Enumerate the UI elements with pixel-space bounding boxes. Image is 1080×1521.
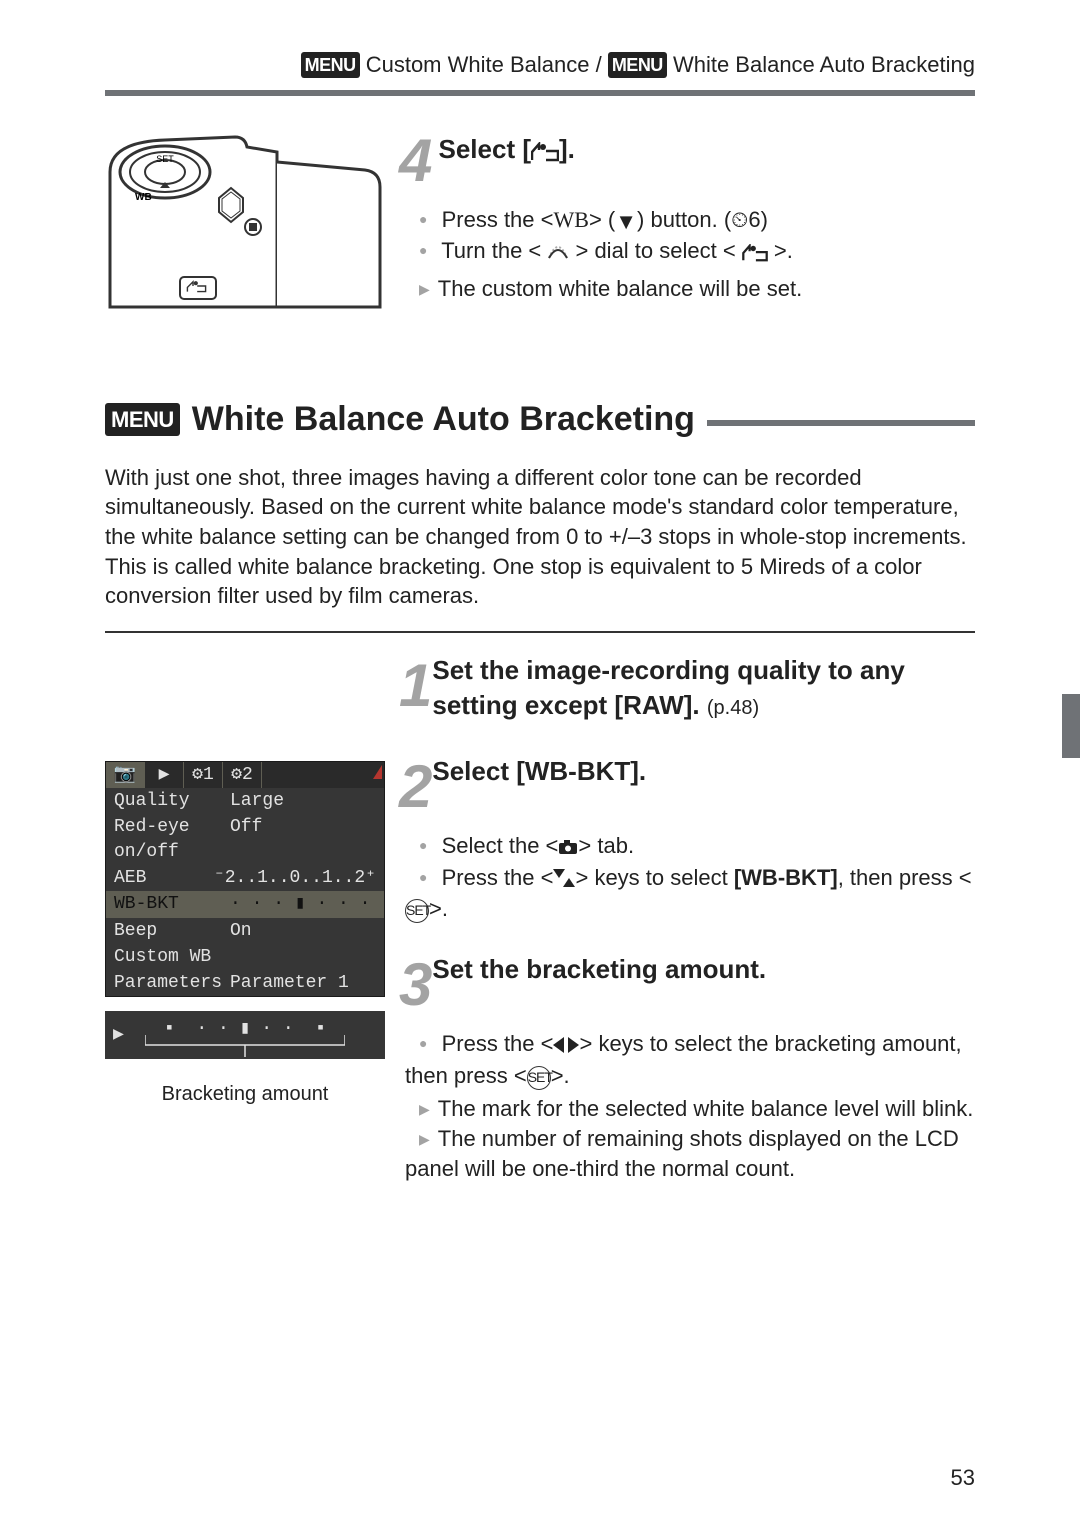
camera-menu-screenshot: 📷 ▶ ⚙1 ⚙2 QualityLarge Red-eye on/offOff…	[105, 761, 385, 997]
side-tab-accent	[1062, 694, 1080, 758]
t: )	[761, 207, 768, 232]
t: > tab.	[578, 833, 634, 858]
step3-bullet-1: Press the <> keys to select the bracketi…	[405, 1029, 975, 1090]
camera-tab-icon	[558, 833, 578, 863]
step4-bullet-2: Turn the < > dial to select < >.	[405, 236, 802, 270]
menu-tab-setup1: ⚙1	[184, 762, 223, 788]
t: , then press <	[838, 865, 972, 890]
v: Large	[230, 789, 284, 813]
t: >.	[429, 896, 448, 921]
t: Turn the <	[441, 238, 547, 263]
step4-title-a: Select [	[439, 134, 532, 164]
bracketing-strip-screenshot: ▶ ▪ · · ▮ · · ▪	[105, 1011, 385, 1059]
play-cursor-icon: ▶	[113, 1023, 124, 1047]
menu-row-selected: WB-BKT· · · ▮ · · ·	[106, 891, 384, 917]
menu-row: AEB⁻2..1..0..1..2⁺	[106, 865, 384, 891]
k: WB-BKT	[114, 892, 230, 916]
k: AEB	[114, 866, 214, 890]
t: Press the <	[442, 865, 554, 890]
menu-row: Red-eye on/offOff	[106, 814, 384, 865]
step2-title: Select [WB-BKT].	[432, 754, 646, 789]
wb-bkt-label: [WB-BKT]	[734, 865, 838, 890]
menu-badge-icon: MENU	[105, 403, 180, 437]
menu-row: ParametersParameter 1	[106, 970, 384, 996]
step-number-1: 1	[399, 645, 432, 726]
t: ) button. (	[637, 207, 731, 232]
t: Press the <	[442, 1031, 554, 1056]
t: >.	[768, 238, 793, 263]
step1-ref: (p.48)	[707, 697, 759, 719]
step-number-3: 3	[399, 944, 432, 1025]
step3-title: Set the bracketing amount.	[432, 952, 766, 987]
main-dial-icon	[547, 238, 569, 268]
page-number: 53	[951, 1463, 975, 1493]
section-rule	[707, 420, 975, 426]
camera-top-illustration: SET WB	[105, 132, 385, 312]
t: > (	[589, 207, 615, 232]
bracket-caption: Bracketing amount	[105, 1081, 385, 1108]
t: >.	[551, 1063, 570, 1088]
custom-wb-icon	[742, 240, 768, 270]
section-title: White Balance Auto Bracketing	[192, 397, 695, 443]
svg-text:SET: SET	[156, 154, 174, 164]
k: Custom WB	[114, 945, 230, 969]
down-triangle-icon: ▼	[615, 207, 637, 237]
v: Off	[230, 815, 262, 864]
header-right: White Balance Auto Bracketing	[673, 52, 975, 77]
k: Quality	[114, 789, 230, 813]
section-intro: With just one shot, three images having …	[105, 463, 975, 611]
header-left: Custom White Balance	[366, 52, 590, 77]
t: Select the <	[442, 833, 559, 858]
v: Parameter 1	[230, 971, 349, 995]
menu-tab-setup2: ⚙2	[223, 762, 262, 788]
menu-tab-shooting: 📷	[106, 762, 145, 788]
left-right-keys-icon	[553, 1031, 579, 1061]
step-number-4: 4	[399, 120, 432, 201]
t: Press the <	[442, 207, 554, 232]
step4-bullet-1: Press the <WB> (▼) button. (⏲6)	[405, 205, 802, 237]
k: Red-eye on/off	[114, 815, 230, 864]
wb-label: WB	[553, 207, 588, 232]
step2-bullet-2: Press the < > keys to select [WB-BKT], th…	[405, 863, 975, 924]
k: Parameters	[114, 971, 230, 995]
menu-tab-playback: ▶	[145, 762, 184, 788]
v: ⁻2..1..0..1..2⁺	[214, 866, 376, 890]
set-button-icon: SET	[405, 899, 429, 923]
v: · · · ▮ · · ·	[230, 892, 370, 916]
k: Beep	[114, 919, 230, 943]
step4-title-b: ].	[559, 134, 575, 164]
step3-result-2: The number of remaining shots displayed …	[405, 1124, 975, 1183]
custom-wb-icon	[531, 136, 559, 171]
menu-badge-icon: MENU	[301, 52, 360, 78]
step2-bullet-1: Select the < > tab.	[405, 831, 975, 863]
step-number-2: 2	[399, 746, 432, 827]
up-down-keys-icon	[553, 865, 575, 895]
menu-row: BeepOn	[106, 918, 384, 944]
page-header: MENU Custom White Balance / MENU White B…	[105, 50, 975, 96]
step1-title: Set the image-recording quality to any s…	[432, 655, 904, 720]
header-sep: /	[589, 52, 607, 77]
t: > dial to select <	[569, 238, 741, 263]
step3-result-1: The mark for the selected white balance …	[405, 1094, 975, 1124]
step4-result-1: The custom white balance will be set.	[405, 274, 802, 304]
set-button-icon: SET	[527, 1066, 551, 1090]
t: > keys to select	[575, 865, 733, 890]
menu-row: Custom WB	[106, 944, 384, 970]
menu-row: QualityLarge	[106, 788, 384, 814]
timer-label: ⏲6	[731, 207, 760, 232]
v: On	[230, 919, 252, 943]
menu-badge-icon: MENU	[608, 52, 667, 78]
svg-text:WB: WB	[135, 192, 152, 203]
